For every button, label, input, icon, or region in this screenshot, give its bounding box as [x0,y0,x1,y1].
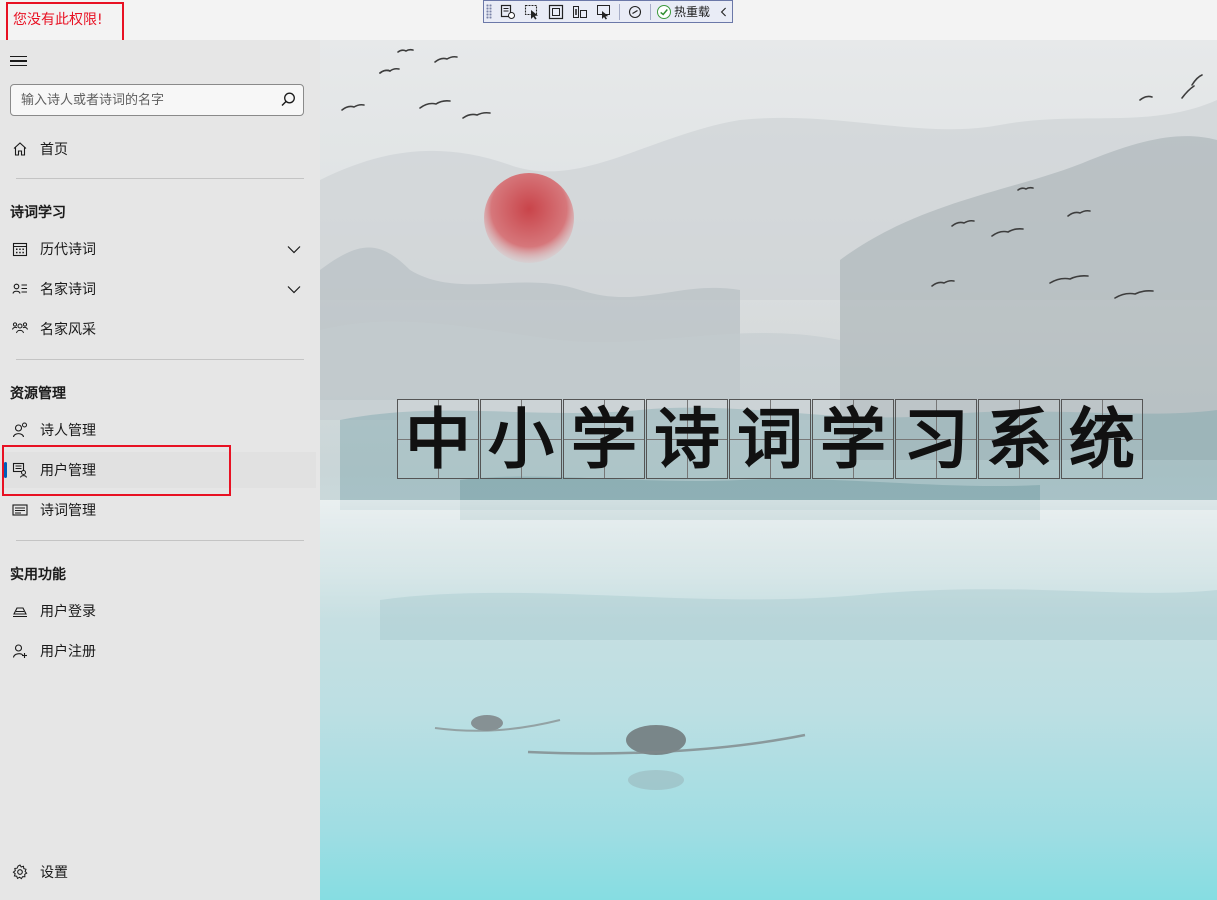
nav-item-historical-poems[interactable]: 历代诗词 [4,231,316,267]
title-char-cell: 词 [729,399,811,479]
app-title: 中 小 学 诗 词 学 习 系 统 [397,399,1144,479]
check-circle-icon [657,4,671,19]
nav-item-poem-management[interactable]: 诗词管理 [4,492,316,528]
hamburger-menu-icon[interactable] [10,53,30,69]
login-icon [12,603,28,619]
hot-reload-button[interactable]: 热重载 [654,3,713,20]
title-char: 学 [820,400,886,478]
nav-item-label: 名家诗词 [40,282,96,298]
live-visual-tree-icon[interactable] [496,2,520,21]
nav-item-label: 用户注册 [40,644,96,660]
title-char: 学 [571,400,637,478]
nav-item-famous-figures[interactable]: 名家风采 [4,311,316,347]
nav-item-label: 设置 [40,865,68,881]
boat-small [434,715,561,732]
home-icon [12,141,28,157]
title-char-cell: 学 [812,399,894,479]
nav-divider [16,359,304,360]
title-char-cell: 统 [1061,399,1143,479]
chevron-down-icon[interactable] [286,241,302,257]
track-focus-icon[interactable] [568,2,592,21]
title-char-cell: 中 [397,399,479,479]
xaml-debug-toolbar: 热重载 [483,0,733,23]
calendar-icon [12,241,28,257]
nav-item-label: 名家风采 [40,322,96,338]
title-char: 系 [986,400,1052,478]
title-char-cell: 小 [480,399,562,479]
chevron-left-icon[interactable] [716,2,732,21]
title-char: 词 [737,400,803,478]
search-box [10,84,304,116]
title-char: 诗 [654,400,720,478]
show-binding-failures-icon[interactable] [592,2,616,21]
nav-item-label: 用户登录 [40,604,96,620]
nav-item-label: 诗人管理 [40,423,96,439]
title-char: 统 [1069,400,1135,478]
nav-item-famous-poems[interactable]: 名家诗词 [4,271,316,307]
title-char-cell: 学 [563,399,645,479]
nav-divider [16,178,304,179]
contact-list-icon [12,281,28,297]
user-management-highlight-box [2,445,231,496]
select-element-icon[interactable] [520,2,544,21]
red-sun [484,173,574,263]
permission-error-message: 您没有此权限! [6,2,124,42]
navigation-pane: 首页 诗词学习 历代诗词 名家诗词 名家风采 资源管理 诗人管理 [0,40,320,900]
toolbar-grip[interactable] [486,4,492,19]
group-header-poetry-study: 诗词学习 [10,205,66,221]
title-char-cell: 习 [895,399,977,479]
person-icon [12,422,28,438]
chevron-down-icon[interactable] [286,281,302,297]
title-char-cell: 诗 [646,399,728,479]
nav-item-user-register[interactable]: 用户注册 [4,633,316,669]
add-user-icon [12,643,28,659]
nav-divider [16,540,304,541]
document-icon [12,502,28,518]
toolbar-separator [650,3,651,20]
toolbar-separator [619,3,620,20]
gear-icon [12,864,28,880]
title-char: 习 [903,400,969,478]
nav-item-user-login[interactable]: 用户登录 [4,593,316,629]
search-icon[interactable] [279,91,297,109]
nav-item-poet-management[interactable]: 诗人管理 [4,412,316,448]
xaml-binding-icon[interactable] [623,2,647,21]
search-input[interactable] [11,85,271,115]
boat-large [527,725,806,790]
title-char: 中 [405,400,471,478]
display-layout-adorners-icon[interactable] [544,2,568,21]
hot-reload-label: 热重载 [674,5,711,19]
people-icon [12,321,28,337]
nav-item-label: 诗词管理 [40,503,96,519]
nav-item-home[interactable]: 首页 [4,131,316,167]
main-content: 中 小 学 诗 词 学 习 系 统 [320,40,1217,900]
group-header-resource-management: 资源管理 [10,386,66,402]
group-header-utilities: 实用功能 [10,567,66,583]
nav-item-settings[interactable]: 设置 [4,854,316,890]
nav-item-label: 历代诗词 [40,242,96,258]
title-char: 小 [488,400,554,478]
title-char-cell: 系 [978,399,1060,479]
nav-item-label: 首页 [40,142,68,158]
